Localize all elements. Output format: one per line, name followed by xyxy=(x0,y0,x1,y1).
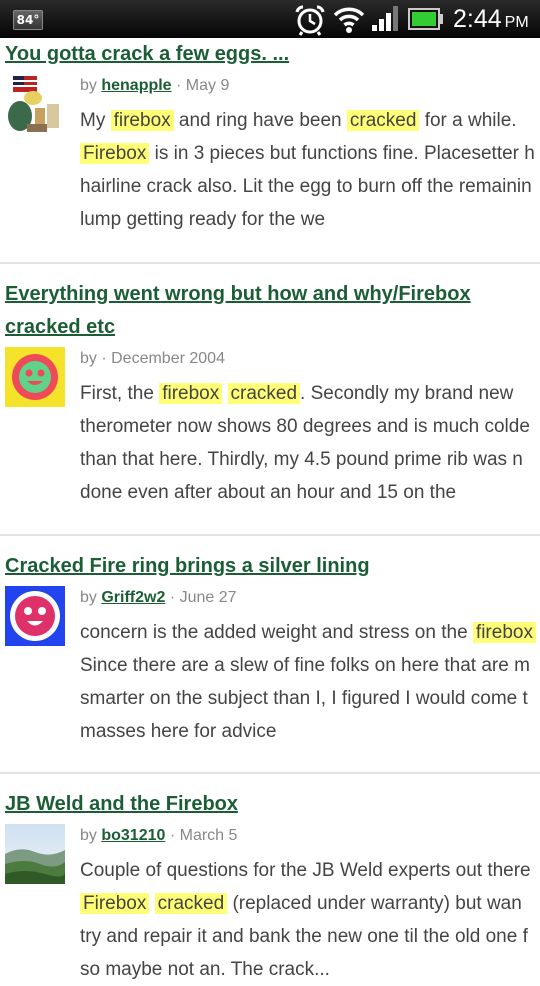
snippet-line: concern is the added weight and stress o… xyxy=(80,616,540,649)
clock: 2:44 PM xyxy=(453,4,529,38)
status-bar: 84° 2:44 PM xyxy=(0,0,540,38)
highlighted-term: cracked xyxy=(227,383,301,404)
snippet-line: hairline crack also. Lit the egg to burn… xyxy=(80,170,540,203)
wifi-icon xyxy=(333,7,365,33)
snippet-text: smarter on the subject than I, I figured… xyxy=(80,688,528,709)
clock-time: 2:44 xyxy=(453,5,502,33)
post-date: March 5 xyxy=(179,827,238,844)
highlighted-term: Firebox xyxy=(80,893,150,914)
avatar[interactable] xyxy=(5,74,65,134)
author-link[interactable]: henapple xyxy=(101,77,171,94)
snippet-text: First, the xyxy=(80,383,160,404)
snippet-line: Couple of questions for the JB Weld expe… xyxy=(80,854,540,887)
snippet-line: done even after about an hour and 15 on … xyxy=(80,476,540,509)
snippet-text: and ring have been xyxy=(173,110,347,131)
result-body: by henapple · May 9 My firebox and ring … xyxy=(0,71,540,236)
avatar[interactable] xyxy=(5,586,65,646)
highlighted-term: firebox xyxy=(159,383,223,404)
search-result: Cracked Fire ring brings a silver lining… xyxy=(0,536,540,772)
snippet-line: masses here for advice xyxy=(80,715,540,748)
meta-separator: · xyxy=(165,589,180,606)
meta-separator: · xyxy=(171,77,186,94)
result-body: by Griff2w2 · June 27 concern is the add… xyxy=(0,583,540,748)
result-meta: by henapple · May 9 xyxy=(80,71,540,104)
highlighted-term: firebox xyxy=(472,622,536,643)
snippet-text xyxy=(149,893,154,914)
search-result: Everything went wrong but how and why/Fi… xyxy=(0,264,540,534)
highlighted-term: cracked xyxy=(154,893,228,914)
snippet-text: hairline crack also. Lit the egg to burn… xyxy=(80,176,532,197)
result-body: by · December 2004 First, the firebox cr… xyxy=(0,344,540,509)
snippet-line: First, the firebox cracked. Secondly my … xyxy=(80,377,540,410)
post-date: May 9 xyxy=(185,77,230,94)
post-date: June 27 xyxy=(179,589,237,606)
result-snippet: Couple of questions for the JB Weld expe… xyxy=(80,854,540,986)
snippet-text: lump getting ready for the we xyxy=(80,209,326,230)
weather-temperature: 84° xyxy=(13,10,43,30)
result-title-link[interactable]: Everything went wrong but how and why/Fi… xyxy=(5,278,540,344)
result-title-line: You gotta crack a few eggs. ... xyxy=(5,43,290,65)
search-results: You gotta crack a few eggs. ... by henap… xyxy=(0,38,540,986)
result-title-line: cracked etc xyxy=(5,316,116,338)
signal-strength-icon xyxy=(372,6,398,31)
avatar[interactable] xyxy=(5,824,65,884)
result-snippet: My firebox and ring have been cracked fo… xyxy=(80,104,540,236)
snippet-text: therometer now shows 80 degrees and is m… xyxy=(80,416,530,437)
meta-separator: · xyxy=(165,827,180,844)
alarm-clock-icon xyxy=(295,5,325,36)
result-snippet: concern is the added weight and stress o… xyxy=(80,616,540,748)
avatar[interactable] xyxy=(5,347,65,407)
result-snippet: First, the firebox cracked. Secondly my … xyxy=(80,377,540,509)
highlighted-term: firebox xyxy=(110,110,174,131)
result-title-link[interactable]: You gotta crack a few eggs. ... xyxy=(5,38,540,71)
result-title-line: JB Weld and the Firebox xyxy=(5,793,238,815)
search-result: You gotta crack a few eggs. ... by henap… xyxy=(0,38,540,262)
highlighted-term: Firebox xyxy=(80,143,150,164)
snippet-text: masses here for advice xyxy=(80,721,277,742)
result-title-line: Cracked Fire ring brings a silver lining xyxy=(5,555,370,577)
meta-by: by xyxy=(80,350,97,367)
snippet-line: smarter on the subject than I, I figured… xyxy=(80,682,540,715)
result-title-link[interactable]: JB Weld and the Firebox xyxy=(5,788,540,821)
snippet-text: . Secondly my brand new xyxy=(300,383,514,404)
snippet-text: than that here. Thirdly, my 4.5 pound pr… xyxy=(80,449,523,470)
search-result: JB Weld and the Firebox by bo31210 · Mar… xyxy=(0,774,540,986)
snippet-text xyxy=(222,383,227,404)
result-title-link[interactable]: Cracked Fire ring brings a silver lining xyxy=(5,550,540,583)
snippet-text: My xyxy=(80,110,111,131)
snippet-line: My firebox and ring have been cracked fo… xyxy=(80,104,540,137)
clock-ampm: PM xyxy=(504,14,529,31)
snippet-text: done even after about an hour and 15 on … xyxy=(80,482,457,503)
snippet-line: so maybe not an. The crack... xyxy=(80,953,540,986)
snippet-line: Firebox is in 3 pieces but functions fin… xyxy=(80,137,540,170)
snippet-text: (replaced under warranty) but wan xyxy=(227,893,522,914)
meta-separator: · xyxy=(96,350,112,367)
snippet-line: therometer now shows 80 degrees and is m… xyxy=(80,410,540,443)
snippet-line: lump getting ready for the we xyxy=(80,203,540,236)
author-link[interactable]: Griff2w2 xyxy=(101,589,165,606)
meta-by: by xyxy=(80,827,102,844)
battery-icon xyxy=(408,8,443,30)
snippet-line: Firebox cracked (replaced under warranty… xyxy=(80,887,540,920)
snippet-line: Since there are a slew of fine folks on … xyxy=(80,649,540,682)
highlighted-term: cracked xyxy=(346,110,420,131)
result-body: by bo31210 · March 5 Couple of questions… xyxy=(0,821,540,986)
snippet-text: is in 3 pieces but functions fine. Place… xyxy=(149,143,535,164)
result-meta: by bo31210 · March 5 xyxy=(80,821,540,854)
meta-by: by xyxy=(80,589,102,606)
author-link[interactable]: bo31210 xyxy=(101,827,165,844)
result-meta: by · December 2004 xyxy=(80,344,540,377)
snippet-line: try and repair it and bank the new one t… xyxy=(80,920,540,953)
snippet-line: than that here. Thirdly, my 4.5 pound pr… xyxy=(80,443,540,476)
snippet-text: Since there are a slew of fine folks on … xyxy=(80,655,530,676)
snippet-text: so maybe not an. The crack... xyxy=(80,959,330,980)
snippet-text: Couple of questions for the JB Weld expe… xyxy=(80,860,531,881)
meta-by: by xyxy=(80,77,102,94)
result-meta: by Griff2w2 · June 27 xyxy=(80,583,540,616)
post-date: December 2004 xyxy=(111,350,225,367)
snippet-text: try and repair it and bank the new one t… xyxy=(80,926,528,947)
snippet-text: for a while. xyxy=(419,110,517,131)
result-title-line: Everything went wrong but how and why/Fi… xyxy=(5,283,471,305)
snippet-text: concern is the added weight and stress o… xyxy=(80,622,473,643)
